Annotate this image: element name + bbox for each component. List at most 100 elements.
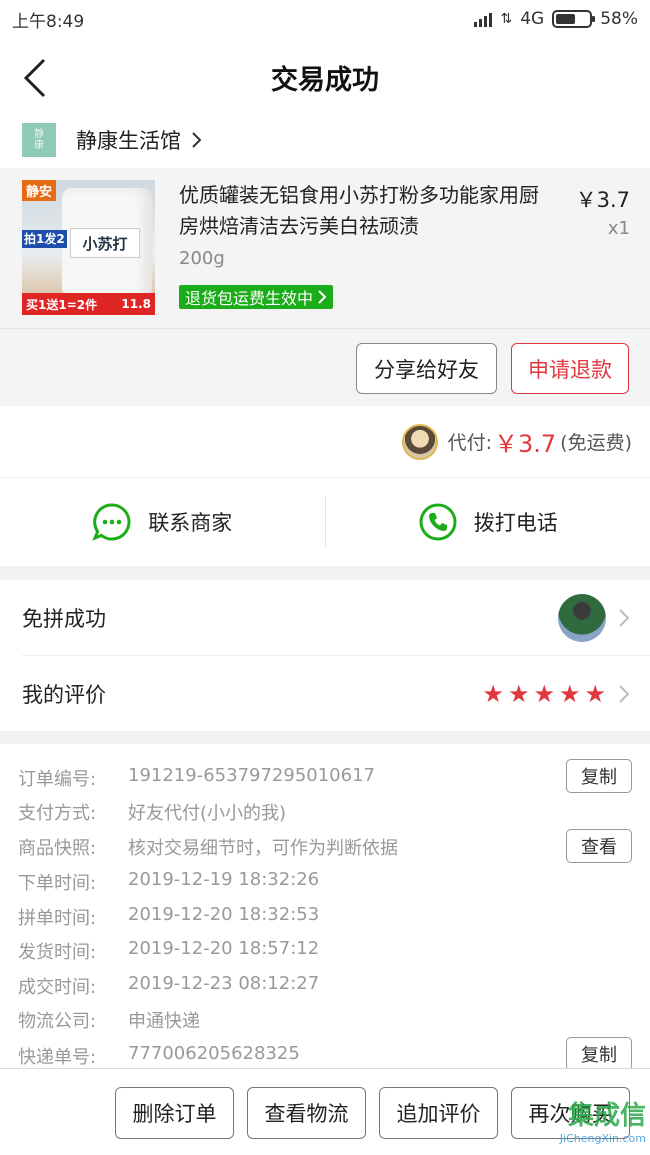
product-image[interactable]: 小苏打 静安 拍1发2 买1送1=2件 11.8 — [22, 180, 155, 315]
copy-tracking-number-button[interactable]: 复制 — [566, 1037, 632, 1071]
detail-group-time: 拼单时间: 2019-12-20 18:32:53 — [18, 904, 319, 930]
chevron-right-icon — [619, 684, 630, 703]
payment-note: (免运费) — [560, 432, 632, 454]
payment-row: 代付: ￥3.7 (免运费) — [0, 406, 650, 478]
detail-key: 成交时间: — [18, 977, 97, 998]
status-icons: ⇅ 4G 58% — [474, 9, 638, 29]
detail-key: 物流公司: — [18, 1011, 97, 1032]
detail-value: 2019-12-20 18:32:53 — [128, 904, 320, 925]
back-button[interactable] — [20, 56, 60, 100]
product-spec: 200g — [179, 248, 225, 269]
status-time: 上午8:49 — [12, 11, 85, 32]
section-gap — [0, 566, 650, 580]
chevron-right-icon — [318, 290, 327, 304]
detail-key: 商品快照: — [18, 838, 97, 859]
detail-key: 拼单时间: — [18, 908, 97, 929]
contact-merchant-label: 联系商家 — [148, 511, 233, 535]
delete-order-button[interactable]: 删除订单 — [115, 1087, 234, 1139]
watermark-sub: JiChengXin.com — [559, 1132, 646, 1145]
detail-snapshot: 商品快照: 核对交易细节时，可作为判断依据 — [18, 834, 398, 860]
detail-key: 发货时间: — [18, 942, 97, 963]
product-banner-price: 11.8 — [121, 297, 151, 311]
detail-key: 下单时间: — [18, 873, 97, 894]
shop-name: 静康生活馆 — [76, 129, 181, 153]
site-watermark: 集成信 JiChengXin.com — [560, 1095, 646, 1145]
detail-value: 2019-12-20 18:57:12 — [128, 938, 320, 959]
detail-value: 核对交易细节时，可作为判断依据 — [128, 838, 398, 859]
product-title: 优质罐装无铝食用小苏打粉多功能家用厨房烘焙清洁去污美白祛顽渍 — [179, 183, 539, 238]
chevron-right-icon — [619, 609, 630, 627]
detail-key: 订单编号: — [18, 769, 97, 790]
battery-percent: 58% — [600, 9, 638, 29]
signal-icon — [474, 11, 493, 27]
action-row: 分享给好友 申请退款 — [0, 328, 650, 406]
status-bar: 上午8:49 ⇅ 4G 58% — [0, 0, 650, 38]
refund-button[interactable]: 申请退款 — [511, 343, 629, 394]
star-icon: ★ — [558, 679, 581, 708]
detail-value: 2019-12-23 08:12:27 — [128, 973, 320, 994]
network-type: 4G — [520, 9, 545, 29]
detail-deal-time: 成交时间: 2019-12-23 08:12:27 — [18, 973, 319, 999]
view-snapshot-button[interactable]: 查看 — [566, 829, 632, 863]
return-badge-label: 退货包运费生效中 — [185, 289, 314, 308]
battery-icon — [552, 10, 596, 28]
chevron-left-icon — [23, 58, 46, 98]
product-quantity: x1 — [607, 218, 630, 239]
product-jar-label: 小苏打 — [70, 228, 140, 258]
add-review-button[interactable]: 追加评价 — [379, 1087, 498, 1139]
my-review-row[interactable]: 我的评价 ★ ★ ★ ★ ★ — [22, 656, 650, 731]
star-icon: ★ — [507, 679, 530, 708]
star-icon: ★ — [482, 679, 504, 708]
product-price: ￥3.7 — [575, 188, 630, 212]
product-brand-tag: 静安 — [22, 180, 57, 201]
contact-merchant-button[interactable]: 联系商家 — [0, 502, 325, 542]
page-title: 交易成功 — [271, 64, 379, 96]
section-gap — [0, 731, 650, 744]
header: 交易成功 — [0, 38, 650, 116]
star-icon: ★ — [584, 679, 606, 708]
payment-amount: ￥3.7 — [494, 430, 557, 458]
product-image-banner: 买1送1=2件 11.8 — [22, 293, 155, 315]
detail-value: 好友代付(小小的我) — [128, 803, 287, 824]
group-member-avatar — [558, 594, 606, 642]
shop-logo: 静 康 — [22, 123, 56, 157]
my-review-label: 我的评价 — [22, 682, 106, 707]
phone-icon — [419, 503, 457, 541]
contact-row: 联系商家 拨打电话 — [0, 478, 650, 566]
detail-payment-method: 支付方式: 好友代付(小小的我) — [18, 799, 286, 825]
watermark-main: 集成信 — [567, 1101, 646, 1131]
order-details: 订单编号: 191219-653797295010617 复制 支付方式: 好友… — [0, 744, 650, 1071]
group-success-label: 免拼成功 — [22, 607, 106, 631]
call-label: 拨打电话 — [473, 511, 558, 535]
detail-value: 2019-12-19 18:32:26 — [128, 869, 320, 890]
group-success-row[interactable]: 免拼成功 — [22, 581, 650, 656]
chevron-right-icon — [192, 132, 202, 148]
return-shipping-badge[interactable]: 退货包运费生效中 — [179, 285, 334, 309]
rating-stars: ★ ★ ★ ★ ★ — [482, 682, 606, 706]
call-button[interactable]: 拨打电话 — [326, 502, 650, 542]
shop-row[interactable]: 静 康 静康生活馆 — [0, 112, 650, 168]
group-success-right — [558, 594, 630, 642]
share-button[interactable]: 分享给好友 — [356, 343, 497, 394]
detail-order-number: 订单编号: 191219-653797295010617 — [18, 765, 375, 791]
view-logistics-button[interactable]: 查看物流 — [247, 1087, 366, 1139]
product-card[interactable]: 小苏打 静安 拍1发2 买1送1=2件 11.8 优质罐装无铝食用小苏打粉多功能… — [0, 168, 650, 328]
detail-value: 申通快递 — [128, 1011, 200, 1032]
my-review-right: ★ ★ ★ ★ ★ — [482, 682, 630, 706]
payer-avatar — [401, 423, 438, 460]
product-banner-offer: 买1送1=2件 — [26, 297, 98, 312]
detail-tracking-number: 快递单号: 777006205628325 — [18, 1043, 300, 1069]
detail-order-time: 下单时间: 2019-12-19 18:32:26 — [18, 869, 319, 895]
payment-label: 代付: — [447, 432, 492, 454]
copy-order-number-button[interactable]: 复制 — [566, 759, 632, 793]
data-arrows-icon: ⇅ — [500, 11, 513, 27]
detail-ship-time: 发货时间: 2019-12-20 18:57:12 — [18, 938, 319, 964]
battery-fill — [556, 14, 576, 24]
bottom-action-bar: 删除订单 查看物流 追加评价 再次购买 集成信 JiChengXin.com — [0, 1068, 650, 1155]
product-promo-tag: 拍1发2 — [22, 230, 67, 249]
detail-key: 快递单号: — [18, 1047, 97, 1068]
star-icon: ★ — [533, 679, 555, 708]
detail-key: 支付方式: — [18, 803, 97, 824]
detail-value: 777006205628325 — [128, 1043, 300, 1064]
detail-logistics-company: 物流公司: 申通快递 — [18, 1007, 200, 1033]
